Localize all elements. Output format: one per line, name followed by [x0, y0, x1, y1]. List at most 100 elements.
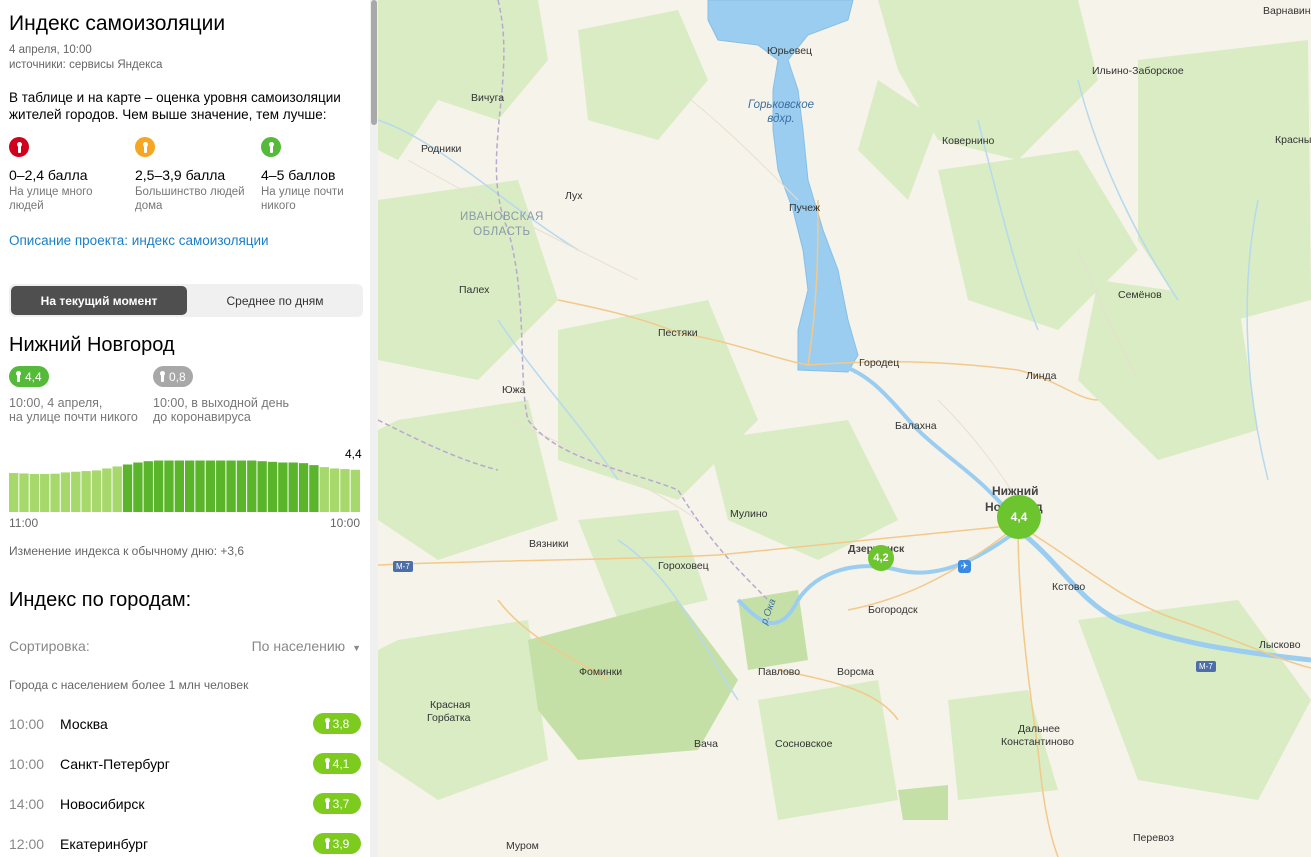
place-label: Красная — [430, 699, 471, 711]
legend-desc: Большинство людей дома — [135, 186, 245, 212]
map-marker-dzerzhinsk[interactable]: 4,2 — [868, 545, 894, 571]
city-title: Нижний Новгород — [9, 334, 175, 356]
row-time: 14:00 — [9, 796, 45, 812]
mode-switch: На текущий момент Среднее по дням — [9, 284, 363, 317]
person-icon — [135, 137, 155, 157]
row-index-badge: 3,7 — [313, 793, 361, 814]
chart-bar — [164, 460, 174, 512]
sort-dropdown[interactable]: По населению ▼ — [252, 638, 361, 654]
place-label: Городец — [859, 357, 900, 369]
chart-bar — [247, 460, 257, 512]
chart-bar — [257, 461, 267, 512]
place-label: Ковернино — [942, 135, 995, 147]
city-row[interactable]: 14:00 Новосибирск 3,7 — [9, 792, 361, 816]
chart-bar — [205, 460, 216, 512]
chart-bar — [91, 470, 102, 512]
place-label: Горбатка — [427, 712, 471, 724]
place-label: Юрьевец — [767, 45, 813, 57]
row-index-badge: 4,1 — [313, 753, 361, 774]
city-row[interactable]: 10:00 Санкт-Петербург 4,1 — [9, 752, 361, 776]
place-label: Сосновское — [775, 738, 833, 750]
city-row[interactable]: 12:00 Екатеринбург 3,9 — [9, 832, 361, 856]
description-text: В таблице и на карте – оценка уровня сам… — [9, 90, 341, 122]
chart-bar — [81, 471, 91, 512]
place-label: Лух — [565, 190, 583, 202]
chart-bar — [195, 460, 205, 512]
city-row[interactable]: 10:00 Москва 3,8 — [9, 712, 361, 736]
person-icon — [324, 798, 330, 809]
place-label: Ильино-Заборское — [1092, 65, 1184, 77]
scrollbar-thumb[interactable] — [371, 0, 377, 125]
chart-x-start: 11:00 — [9, 516, 39, 530]
tab-daily-average[interactable]: Среднее по дням — [187, 286, 363, 315]
place-label: Константиново — [1001, 736, 1074, 748]
chart-bar — [226, 460, 236, 512]
chart-bar — [153, 460, 164, 512]
person-icon — [324, 718, 330, 729]
place-label: Мулино — [730, 508, 768, 520]
legend-desc: На улице много людей — [9, 186, 93, 212]
current-caption: 10:00, 4 апреля, на улице почти никого — [9, 396, 138, 424]
map-marker-nizhny-novgorod[interactable]: 4,4 — [997, 495, 1041, 539]
current-index-value: 4,4 — [25, 369, 42, 384]
place-label: Палех — [459, 284, 490, 296]
chart-bar — [298, 463, 309, 512]
chart-bar — [174, 460, 184, 512]
row-time: 10:00 — [9, 716, 45, 732]
chart-bar — [267, 461, 278, 512]
legend-item-orange: 2,5–3,9 балла Большинство людей дома — [135, 137, 250, 213]
airport-icon[interactable]: ✈ — [958, 560, 971, 573]
current-index-badge: 4,4 — [9, 366, 49, 387]
index-bar-chart — [9, 460, 360, 512]
chart-bar — [350, 469, 360, 512]
place-label: Богородск — [868, 604, 918, 616]
place-label: Красные Баки — [1275, 134, 1311, 146]
legend-range: 0–2,4 балла — [9, 167, 88, 183]
person-icon — [324, 838, 330, 849]
chart-bar — [71, 471, 81, 512]
reservoir-label: Горьковское вдхр. — [748, 99, 814, 125]
index-change-text: Изменение индекса к обычному дню: +3,6 — [9, 544, 245, 558]
row-city: Москва — [60, 716, 108, 732]
place-label: Линда — [1026, 370, 1057, 382]
chart-bar — [216, 460, 226, 512]
road-shield: М-7 — [1196, 661, 1216, 672]
sort-label: Сортировка: — [9, 638, 90, 654]
place-label: Перевоз — [1133, 832, 1175, 844]
chart-bar — [319, 467, 329, 512]
row-index-badge: 3,9 — [313, 833, 361, 854]
tab-current[interactable]: На текущий момент — [11, 286, 187, 315]
baseline-caption: 10:00, в выходной день до коронавируса — [153, 396, 290, 424]
chart-bar — [112, 466, 122, 512]
place-label: Вязники — [529, 538, 569, 550]
place-label: Фоминки — [579, 666, 623, 678]
row-time: 10:00 — [9, 756, 45, 772]
project-description-link[interactable]: Описание проекта: индекс самоизоляции — [9, 233, 269, 248]
chart-bar — [278, 462, 288, 512]
place-label: Лысково — [1259, 639, 1301, 651]
chart-x-end: 10:00 — [330, 516, 361, 530]
place-label: Южа — [502, 384, 526, 396]
map-canvas[interactable]: ИВАНОВСКАЯ ОБЛАСТЬ Горьковское вдхр. М-7 М… — [378, 0, 1311, 857]
chart-bar — [143, 461, 153, 512]
person-icon — [261, 137, 281, 157]
place-label: Вача — [694, 738, 718, 750]
chart-bar — [60, 472, 71, 512]
sidebar-scrollbar[interactable] — [370, 0, 378, 857]
road-shield: М-7 — [393, 561, 413, 572]
place-label: Семёнов — [1118, 289, 1162, 301]
chart-bar — [102, 468, 112, 512]
person-icon — [160, 371, 165, 382]
chevron-down-icon: ▼ — [352, 643, 361, 653]
place-label: Павлово — [758, 666, 801, 678]
chart-bar — [340, 469, 350, 512]
chart-bar — [309, 465, 319, 512]
legend-item-green: 4–5 баллов На улице почти никого — [261, 137, 361, 213]
baseline-index-badge: 0,8 — [153, 366, 193, 387]
legend-range: 4–5 баллов — [261, 167, 336, 183]
legend-desc: На улице почти никого — [261, 186, 344, 212]
region-label: ИВАНОВСКАЯ ОБЛАСТЬ — [460, 211, 544, 238]
chart-bar — [288, 462, 298, 512]
place-label: Гороховец — [658, 560, 709, 572]
place-label: Кстово — [1052, 581, 1086, 593]
